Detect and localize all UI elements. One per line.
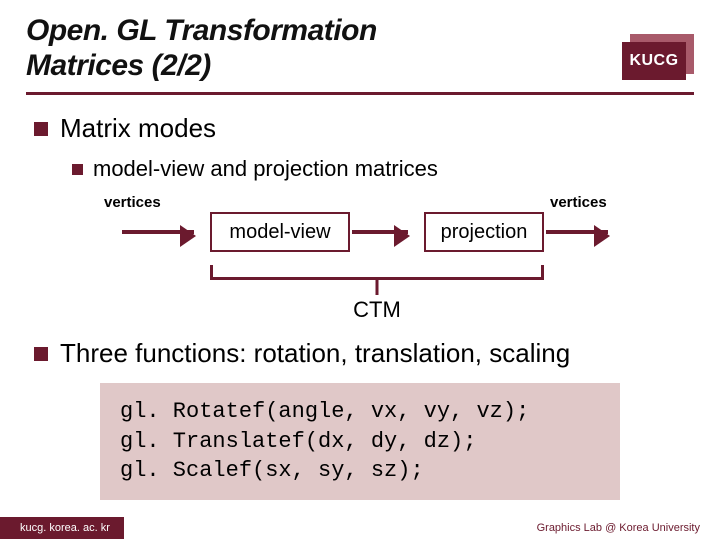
footer-credit: Graphics Lab @ Korea University — [537, 522, 720, 534]
title-line-2: Matrices (2/2) — [26, 49, 377, 84]
bullet-level1: Matrix modes — [34, 113, 686, 144]
slide-footer: kucg. korea. ac. kr Graphics Lab @ Korea… — [0, 516, 720, 540]
label-vertices-in: vertices — [104, 194, 161, 211]
code-line: gl. Scalef(sx, sy, sz); — [120, 456, 600, 486]
square-bullet-icon — [34, 122, 48, 136]
box-modelview: model-view — [210, 212, 350, 252]
bullet-text: model-view and projection matrices — [93, 156, 438, 182]
logo-text: KUCG — [622, 42, 686, 80]
box-projection: projection — [424, 212, 544, 252]
arrow-icon — [122, 230, 194, 234]
code-line: gl. Rotatef(angle, vx, vy, vz); — [120, 397, 600, 427]
label-ctm: CTM — [353, 297, 401, 323]
code-line: gl. Translatef(dx, dy, dz); — [120, 427, 600, 457]
bullet-text: Matrix modes — [60, 113, 216, 144]
slide-body: Matrix modes model-view and projection m… — [26, 95, 694, 500]
slide: Open. GL Transformation Matrices (2/2) K… — [0, 0, 720, 540]
ctm-bracket: CTM — [210, 257, 544, 307]
code-block: gl. Rotatef(angle, vx, vy, vz); gl. Tran… — [100, 383, 620, 500]
square-bullet-icon — [72, 164, 83, 175]
bullet-text: Three functions: rotation, translation, … — [60, 338, 570, 369]
slide-title: Open. GL Transformation Matrices (2/2) — [26, 14, 377, 83]
slide-header: Open. GL Transformation Matrices (2/2) K… — [26, 14, 694, 86]
square-bullet-icon — [34, 347, 48, 361]
bullet-level2: model-view and projection matrices — [72, 156, 686, 182]
bracket-stem — [376, 279, 379, 295]
footer-url: kucg. korea. ac. kr — [0, 517, 124, 539]
title-line-1: Open. GL Transformation — [26, 14, 377, 49]
bullet-level1: Three functions: rotation, translation, … — [34, 338, 686, 369]
label-vertices-out: vertices — [550, 194, 607, 211]
arrow-icon — [352, 230, 408, 234]
logo: KUCG — [612, 34, 694, 86]
arrow-icon — [546, 230, 608, 234]
bracket-tick — [541, 265, 544, 279]
pipeline-diagram: vertices vertices model-view projection … — [104, 192, 664, 332]
